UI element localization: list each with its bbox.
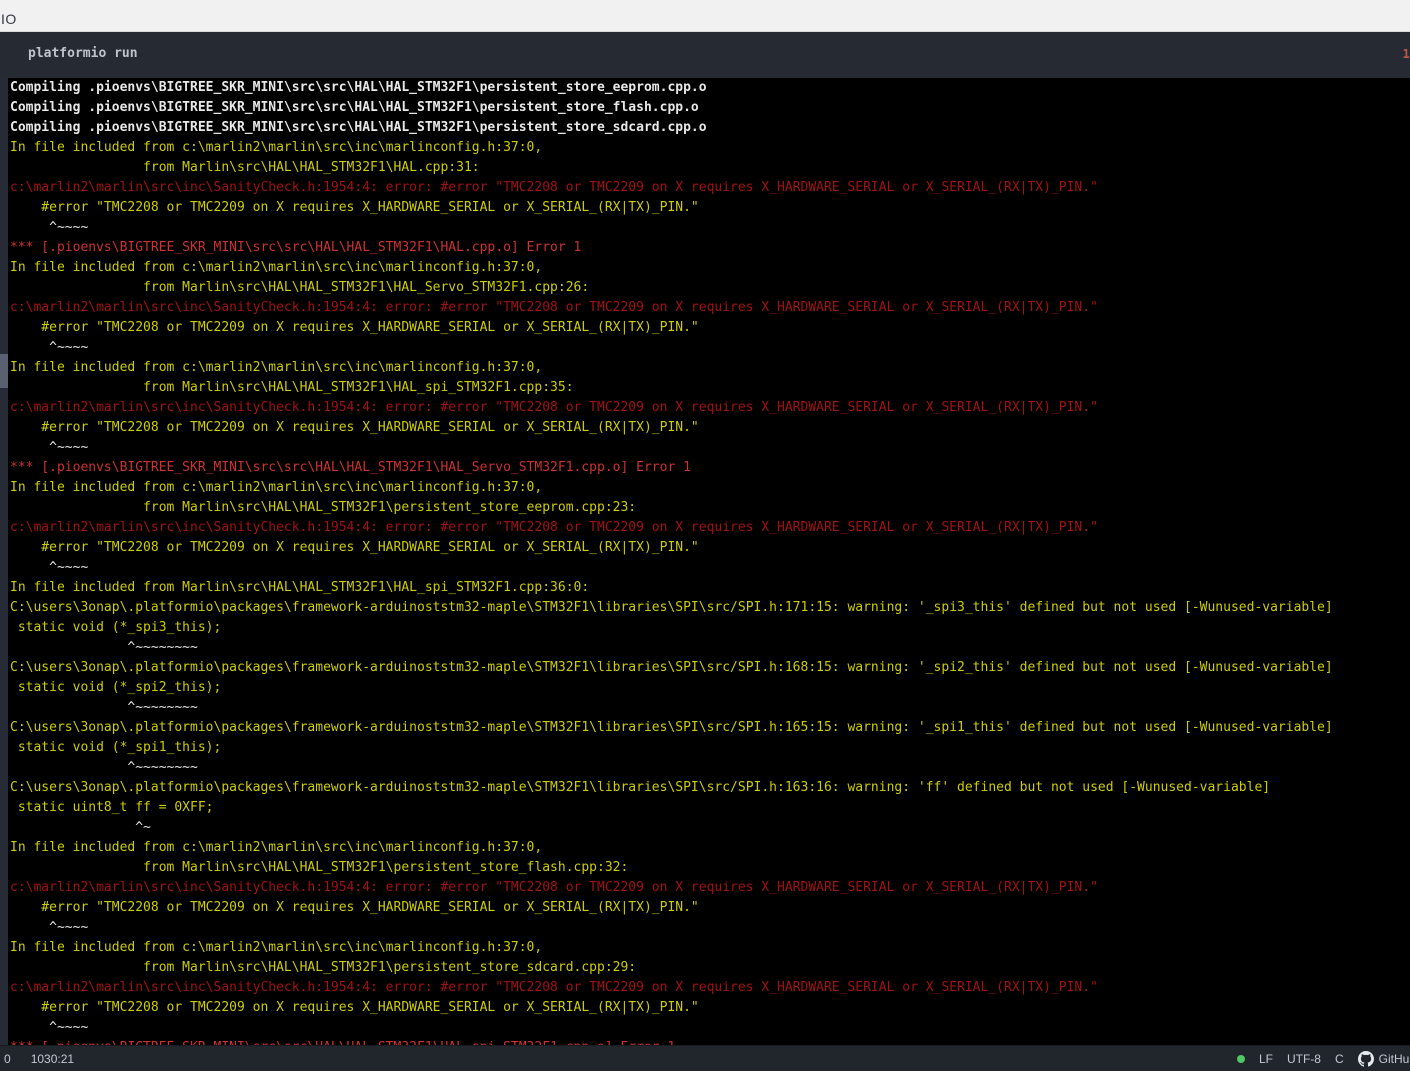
- terminal-line: C:\users\3onap\.platformio\packages\fram…: [10, 598, 1410, 618]
- terminal-line: from Marlin\src\HAL\HAL_STM32F1\HAL_Serv…: [10, 278, 1410, 298]
- github-label: GitHub: [1379, 1052, 1410, 1066]
- terminal-line: ^~~~~~~~~: [10, 758, 1410, 778]
- cursor-position[interactable]: 1030:21: [31, 1052, 74, 1066]
- terminal-line: ^~~~~~~~~: [10, 698, 1410, 718]
- eol-indicator[interactable]: LF: [1259, 1052, 1273, 1066]
- terminal-line: ^~~~~: [10, 218, 1410, 238]
- terminal-line: #error "TMC2208 or TMC2209 on X requires…: [10, 318, 1410, 338]
- status-bar-left: 0 1030:21: [0, 1052, 74, 1066]
- terminal-line: #error "TMC2208 or TMC2209 on X requires…: [10, 538, 1410, 558]
- terminal-line: C:\users\3onap\.platformio\packages\fram…: [10, 658, 1410, 678]
- green-dot-icon: [1237, 1055, 1245, 1063]
- github-icon: [1358, 1051, 1374, 1067]
- scrollbar-thumb[interactable]: [0, 354, 8, 388]
- terminal-line: In file included from c:\marlin2\marlin\…: [10, 138, 1410, 158]
- terminal-line: In file included from c:\marlin2\marlin\…: [10, 838, 1410, 858]
- problems-count[interactable]: 0: [4, 1052, 11, 1066]
- terminal-line: c:\marlin2\marlin\src\inc\SanityCheck.h:…: [10, 978, 1410, 998]
- terminal-panel-header[interactable]: platformio run 15: [0, 32, 1410, 78]
- terminal-line: In file included from c:\marlin2\marlin\…: [10, 258, 1410, 278]
- terminal-line: ^~~~~: [10, 918, 1410, 938]
- terminal-line: c:\marlin2\marlin\src\inc\SanityCheck.h:…: [10, 178, 1410, 198]
- terminal-line: from Marlin\src\HAL\HAL_STM32F1\HAL_spi_…: [10, 378, 1410, 398]
- terminal-line: Compiling .pioenvs\BIGTREE_SKR_MINI\src\…: [10, 118, 1410, 138]
- terminal-line: In file included from c:\marlin2\marlin\…: [10, 358, 1410, 378]
- terminal-line: Compiling .pioenvs\BIGTREE_SKR_MINI\src\…: [10, 98, 1410, 118]
- terminal-line: C:\users\3onap\.platformio\packages\fram…: [10, 718, 1410, 738]
- terminal-line: c:\marlin2\marlin\src\inc\SanityCheck.h:…: [10, 398, 1410, 418]
- terminal-line: ^~~~~: [10, 1018, 1410, 1038]
- terminal-line: #error "TMC2208 or TMC2209 on X requires…: [10, 418, 1410, 438]
- terminal-output[interactable]: Compiling .pioenvs\BIGTREE_SKR_MINI\src\…: [0, 78, 1410, 1045]
- panel-badge-count: 15: [1403, 47, 1410, 61]
- terminal-line: from Marlin\src\HAL\HAL_STM32F1\persiste…: [10, 858, 1410, 878]
- sync-status[interactable]: [1237, 1055, 1245, 1063]
- terminal-line: *** [.pioenvs\BIGTREE_SKR_MINI\src\src\H…: [10, 238, 1410, 258]
- terminal-line: #error "TMC2208 or TMC2209 on X requires…: [10, 898, 1410, 918]
- terminal-line: static void (*_spi2_this);: [10, 678, 1410, 698]
- app-window: IO platformio run 15 Compiling .pioenvs\…: [0, 0, 1410, 1071]
- terminal-line: In file included from Marlin\src\HAL\HAL…: [10, 578, 1410, 598]
- terminal-line: #error "TMC2208 or TMC2209 on X requires…: [10, 998, 1410, 1018]
- terminal-line: from Marlin\src\HAL\HAL_STM32F1\HAL.cpp:…: [10, 158, 1410, 178]
- terminal-line: #error "TMC2208 or TMC2209 on X requires…: [10, 198, 1410, 218]
- terminal-line: ^~~~~~~~~: [10, 638, 1410, 658]
- terminal-line: c:\marlin2\marlin\src\inc\SanityCheck.h:…: [10, 878, 1410, 898]
- terminal-line: *** [.pioenvs\BIGTREE_SKR_MINI\src\src\H…: [10, 1038, 1410, 1045]
- terminal-line: C:\users\3onap\.platformio\packages\fram…: [10, 778, 1410, 798]
- terminal-line: static void (*_spi3_this);: [10, 618, 1410, 638]
- terminal-line: static void (*_spi1_this);: [10, 738, 1410, 758]
- terminal-line: c:\marlin2\marlin\src\inc\SanityCheck.h:…: [10, 298, 1410, 318]
- title-bar-label: IO: [1, 11, 17, 27]
- status-bar-right: LF UTF-8 C GitHub: [1237, 1051, 1410, 1067]
- terminal-line: from Marlin\src\HAL\HAL_STM32F1\persiste…: [10, 498, 1410, 518]
- language-mode[interactable]: C: [1335, 1052, 1344, 1066]
- terminal-line: ^~: [10, 818, 1410, 838]
- terminal-line: Compiling .pioenvs\BIGTREE_SKR_MINI\src\…: [10, 78, 1410, 98]
- terminal-line: ^~~~~: [10, 438, 1410, 458]
- terminal-scrollbar[interactable]: [0, 78, 8, 1045]
- terminal-line: ^~~~~: [10, 558, 1410, 578]
- status-bar: 0 1030:21 LF UTF-8 C GitHub: [0, 1045, 1410, 1071]
- terminal-line: *** [.pioenvs\BIGTREE_SKR_MINI\src\src\H…: [10, 458, 1410, 478]
- terminal-line: In file included from c:\marlin2\marlin\…: [10, 478, 1410, 498]
- terminal-line: from Marlin\src\HAL\HAL_STM32F1\persiste…: [10, 958, 1410, 978]
- host-title-bar: IO: [0, 0, 1410, 32]
- terminal-line: In file included from c:\marlin2\marlin\…: [10, 938, 1410, 958]
- terminal-line: static uint8_t ff = 0XFF;: [10, 798, 1410, 818]
- terminal-line: c:\marlin2\marlin\src\inc\SanityCheck.h:…: [10, 518, 1410, 538]
- github-status[interactable]: GitHub: [1358, 1051, 1410, 1067]
- task-title: platformio run: [28, 46, 138, 61]
- encoding-indicator[interactable]: UTF-8: [1287, 1052, 1321, 1066]
- terminal-line: ^~~~~: [10, 338, 1410, 358]
